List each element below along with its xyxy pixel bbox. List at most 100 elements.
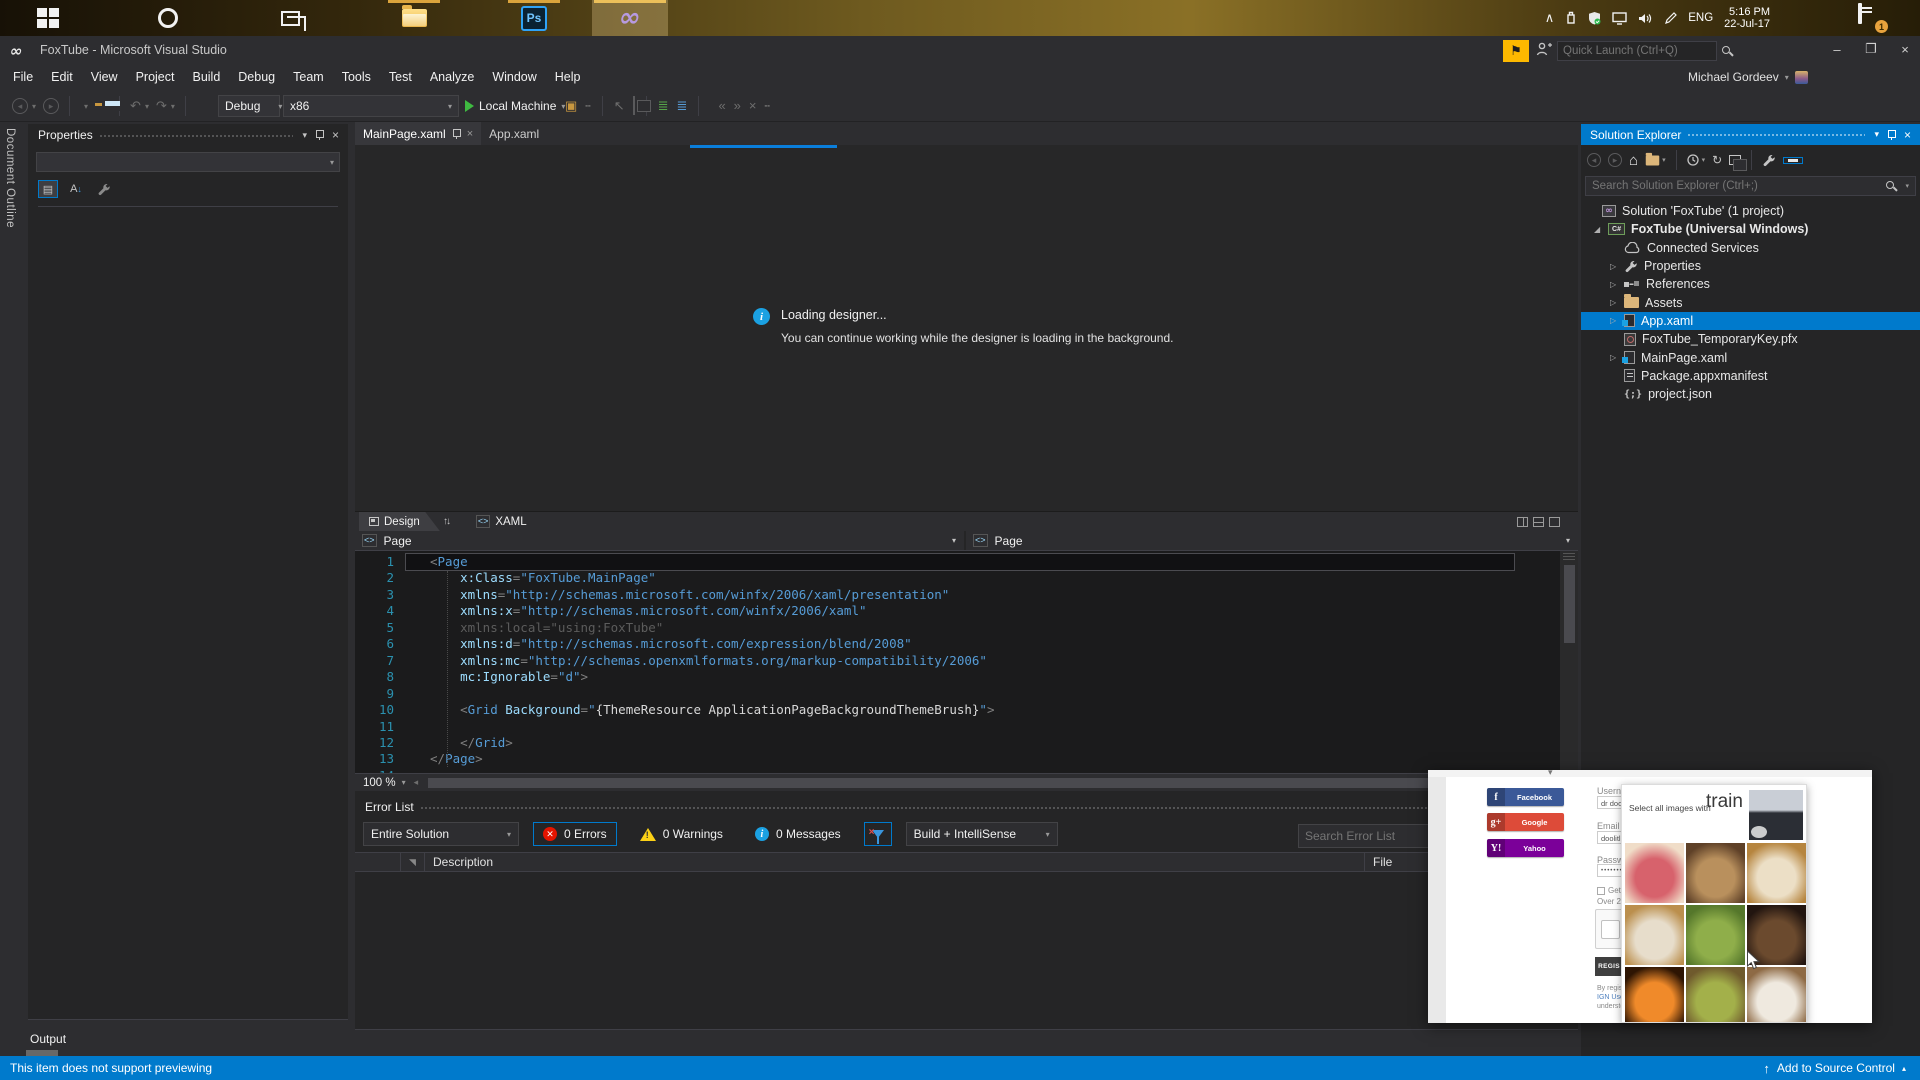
zoom-control[interactable]: 100 % ▾ <box>355 777 414 789</box>
defender-icon[interactable] <box>1588 11 1601 25</box>
volume-icon[interactable] <box>1638 12 1653 25</box>
dropdown-arrow-icon[interactable]: ▾ <box>145 102 149 111</box>
sort-alphabetical-icon[interactable]: A ↓ <box>66 180 86 198</box>
scrollbar-thumb[interactable] <box>1563 565 1575 643</box>
register-button[interactable]: REGIS <box>1595 957 1623 976</box>
xaml-code-editor[interactable]: 1 <Page 2 x:Class="FoxTube.MainPage" 3 xmln… <box>355 551 1578 773</box>
minimize-button[interactable]: – <box>1822 36 1852 62</box>
captcha-image-salad-bowl[interactable] <box>1686 967 1745 1022</box>
preview-selected-items-icon[interactable] <box>1783 156 1804 164</box>
home-icon[interactable]: ⌂ <box>1629 152 1638 169</box>
xaml-designer-surface[interactable]: i Loading designer... You can continue w… <box>355 145 1578 512</box>
nav-back-icon[interactable]: ◂ <box>12 98 28 114</box>
output-panel-tab[interactable]: Output <box>30 1032 66 1046</box>
social-login-facebook[interactable]: f Facebook <box>1487 788 1564 806</box>
send-feedback-icon[interactable] <box>1536 42 1552 56</box>
sync-with-active-document-icon[interactable]: ▾ <box>1645 152 1666 166</box>
start-debugging-button[interactable]: Local Machine ▾ <box>465 95 565 117</box>
menu-window[interactable]: Window <box>483 64 545 90</box>
tree-item-foxtube-temporarykey-pfx[interactable]: FoxTube_TemporaryKey.pfx <box>1581 330 1920 348</box>
warnings-filter-button[interactable]: 0 Warnings <box>631 822 732 846</box>
quick-launch-input[interactable] <box>1558 45 1722 57</box>
feedback-flag-icon[interactable]: ⚑ <box>1503 40 1529 62</box>
copy-screen-icon[interactable] <box>632 96 635 115</box>
document-outline-tab[interactable]: Document Outline <box>4 128 16 228</box>
nav-forward-icon[interactable]: ▸ <box>1608 153 1622 167</box>
taskbar-file-explorer-icon[interactable] <box>386 0 442 36</box>
clear-bookmarks-icon[interactable]: × <box>749 98 757 114</box>
menu-analyze[interactable]: Analyze <box>421 64 483 90</box>
menu-build[interactable]: Build <box>183 64 229 90</box>
clear-filters-button[interactable] <box>863 822 892 846</box>
scope-dropdown[interactable]: Entire Solution ▾ <box>363 822 519 846</box>
usb-icon[interactable] <box>1565 11 1577 25</box>
format-list-icon[interactable]: ≣ <box>658 98 669 114</box>
tree-item-assets[interactable]: ▷ Assets <box>1581 293 1920 311</box>
solution-configuration-dropdown[interactable]: Debug ▾ <box>218 95 282 117</box>
clock[interactable]: 5:16 PM 22-Jul-17 <box>1724 6 1770 30</box>
captcha-image-pancakes-plate[interactable] <box>1747 843 1806 903</box>
messages-filter-button[interactable]: i 0 Messages <box>746 822 850 846</box>
pen-icon[interactable] <box>1664 11 1678 25</box>
checkbox-icon[interactable] <box>1597 886 1605 895</box>
collapse-all-icon[interactable] <box>1729 155 1748 171</box>
taskbar-task-view-icon[interactable] <box>262 0 318 36</box>
language-indicator[interactable]: ENG <box>1688 12 1713 24</box>
dropdown-arrow-icon[interactable]: ▾ <box>32 102 36 111</box>
property-pages-icon[interactable] <box>94 180 114 198</box>
close-icon[interactable]: × <box>467 128 473 140</box>
taskbar-start-icon[interactable] <box>20 0 76 36</box>
collapsed-arrow-icon[interactable]: ▷ <box>1610 280 1616 289</box>
horizontal-scrollbar-thumb[interactable] <box>428 777 1529 788</box>
tree-item-properties[interactable]: ▷ Properties <box>1581 257 1920 275</box>
pin-icon[interactable] <box>315 130 324 140</box>
overflow-icon[interactable]: ╍ <box>585 98 590 114</box>
solution-explorer-search[interactable]: ▾ <box>1585 176 1916 196</box>
description-column[interactable]: Description <box>425 853 1365 871</box>
menu-view[interactable]: View <box>82 64 127 90</box>
recaptcha-checkbox[interactable] <box>1601 920 1620 939</box>
vertical-split-icon[interactable] <box>1517 516 1528 527</box>
horizontal-split-icon[interactable] <box>1533 516 1544 527</box>
captcha-image-breakfast-plate[interactable] <box>1625 905 1684 965</box>
captcha-image-glowing-lamp-bowl[interactable] <box>1625 967 1684 1022</box>
captcha-image-strawberry-cake[interactable] <box>1625 843 1684 903</box>
menu-tools[interactable]: Tools <box>333 64 380 90</box>
collapsed-arrow-icon[interactable]: ▷ <box>1610 298 1616 307</box>
menu-help[interactable]: Help <box>546 64 590 90</box>
file-column[interactable]: File <box>1365 853 1392 871</box>
close-icon[interactable]: × <box>1901 128 1914 142</box>
collapsed-arrow-icon[interactable]: ▷ <box>1610 316 1616 325</box>
chevron-down-icon[interactable]: ▾ <box>1566 536 1570 545</box>
menu-project[interactable]: Project <box>127 64 184 90</box>
breadcrumb-right[interactable]: <> Page ▾ <box>966 531 1578 550</box>
menu-edit[interactable]: Edit <box>42 64 82 90</box>
vertical-scrollbar[interactable] <box>1560 551 1578 773</box>
tree-item-solution-foxtube-1-project-[interactable]: ∞ Solution 'FoxTube' (1 project) <box>1581 202 1920 220</box>
taskbar-cortana-icon[interactable] <box>140 0 196 36</box>
properties-icon[interactable] <box>1762 154 1776 167</box>
tab-mainpage-xaml[interactable]: MainPage.xaml × <box>355 122 482 145</box>
expanded-arrow-icon[interactable]: ◢ <box>1594 225 1600 234</box>
pin-icon[interactable] <box>1887 129 1896 140</box>
tree-item-references[interactable]: ▷ References <box>1581 275 1920 293</box>
window-position-dropdown-icon[interactable]: ▾ <box>299 130 310 141</box>
prev-bookmark-icon[interactable]: « <box>718 98 725 114</box>
tree-item-connected-services[interactable]: Connected Services <box>1581 239 1920 257</box>
dropdown-arrow-icon[interactable]: ▾ <box>84 102 88 111</box>
pending-changes-filter-icon[interactable]: ▾ <box>1686 153 1705 167</box>
nav-forward-icon[interactable]: ▸ <box>43 98 60 114</box>
intellitrace-icon[interactable]: ≣ <box>677 98 688 114</box>
quick-launch[interactable] <box>1557 41 1730 61</box>
taskbar-visual-studio-icon[interactable]: ∞ <box>592 0 668 36</box>
overflow-icon[interactable]: ╍ <box>765 98 770 114</box>
menu-test[interactable]: Test <box>380 64 421 90</box>
properties-panel-header[interactable]: Properties ▾ × <box>28 124 348 146</box>
social-login-google[interactable]: g+ Google <box>1487 813 1564 831</box>
next-bookmark-icon[interactable]: » <box>734 98 741 114</box>
tree-item-project-json[interactable]: {;} project.json <box>1581 385 1920 403</box>
solution-explorer-search-input[interactable] <box>1592 180 1887 192</box>
redo-icon[interactable]: ↷ <box>156 98 167 114</box>
refresh-icon[interactable]: ↻ <box>1712 153 1722 167</box>
selection-pointer-icon[interactable]: ↖ <box>614 98 625 114</box>
